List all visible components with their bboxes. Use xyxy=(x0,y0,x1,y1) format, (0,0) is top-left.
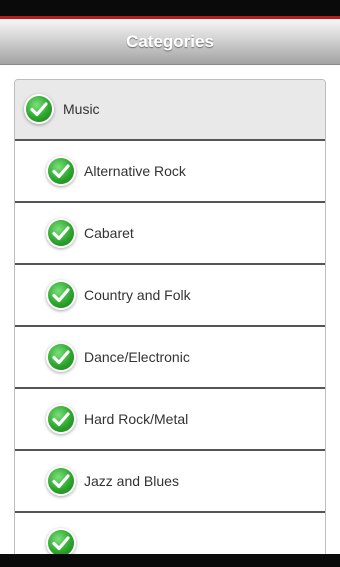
category-row-music[interactable]: Music xyxy=(15,80,325,141)
check-circle-icon[interactable] xyxy=(48,344,74,370)
check-circle-icon[interactable] xyxy=(48,158,74,184)
category-label: Dance/Electronic xyxy=(84,349,190,365)
category-row-country-and-folk[interactable]: Country and Folk xyxy=(15,266,325,327)
check-circle-icon[interactable] xyxy=(26,96,52,122)
category-label: Music xyxy=(63,101,100,117)
category-row-alternative-rock[interactable]: Alternative Rock xyxy=(15,142,325,203)
app-header: Categories xyxy=(0,19,340,65)
category-list[interactable]: Music Alternative Rock Cabaret Country a… xyxy=(14,79,326,556)
check-circle-icon[interactable] xyxy=(48,530,74,555)
navigation-bar xyxy=(0,554,340,567)
category-label: Hard Rock/Metal xyxy=(84,411,189,427)
check-circle-icon[interactable] xyxy=(48,220,74,246)
page-title: Categories xyxy=(126,31,214,51)
category-label: Jazz and Blues xyxy=(84,473,179,489)
category-row-hard-rock-metal[interactable]: Hard Rock/Metal xyxy=(15,390,325,451)
category-row-partial[interactable] xyxy=(15,514,325,555)
category-label: Alternative Rock xyxy=(84,163,186,179)
check-circle-icon[interactable] xyxy=(48,468,74,494)
category-row-jazz-and-blues[interactable]: Jazz and Blues xyxy=(15,452,325,513)
category-label: Country and Folk xyxy=(84,287,191,303)
check-circle-icon[interactable] xyxy=(48,282,74,308)
category-row-cabaret[interactable]: Cabaret xyxy=(15,204,325,265)
category-label: Cabaret xyxy=(84,225,134,241)
check-circle-icon[interactable] xyxy=(48,406,74,432)
category-row-dance-electronic[interactable]: Dance/Electronic xyxy=(15,328,325,389)
status-bar xyxy=(0,0,340,16)
